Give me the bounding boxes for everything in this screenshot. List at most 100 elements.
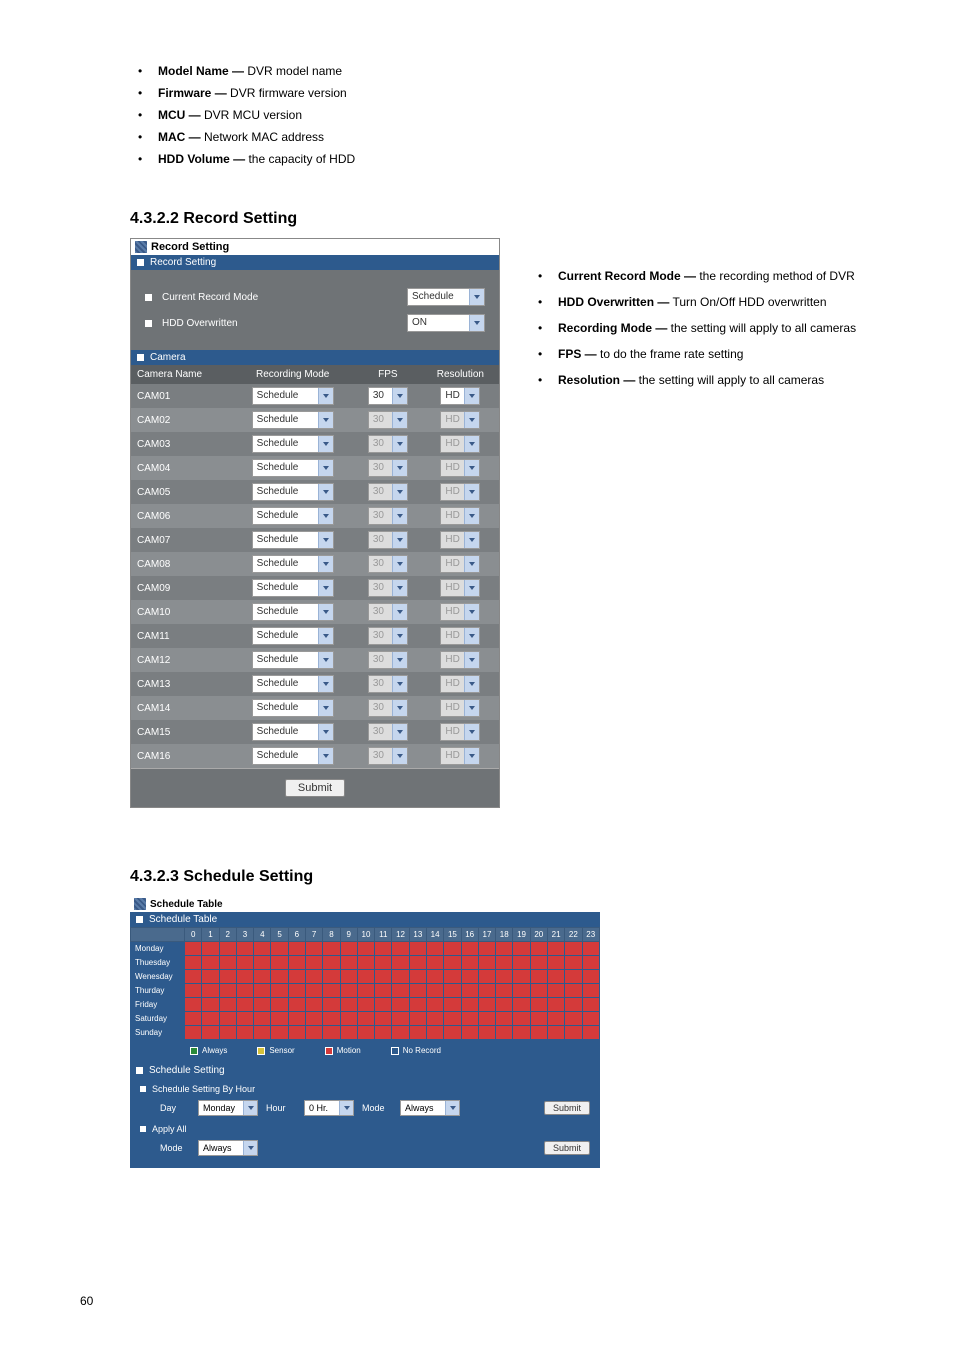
schedule-cell[interactable] bbox=[357, 942, 374, 956]
schedule-cell[interactable] bbox=[530, 956, 547, 970]
schedule-cell[interactable] bbox=[478, 942, 495, 956]
schedule-cell[interactable] bbox=[185, 956, 202, 970]
schedule-cell[interactable] bbox=[340, 1012, 357, 1026]
schedule-cell[interactable] bbox=[513, 998, 530, 1012]
schedule-cell[interactable] bbox=[409, 942, 426, 956]
schedule-cell[interactable] bbox=[496, 1012, 513, 1026]
schedule-cell[interactable] bbox=[236, 970, 253, 984]
schedule-cell[interactable] bbox=[565, 998, 582, 1012]
schedule-cell[interactable] bbox=[582, 970, 600, 984]
schedule-cell[interactable] bbox=[323, 998, 340, 1012]
schedule-cell[interactable] bbox=[478, 970, 495, 984]
schedule-cell[interactable] bbox=[340, 942, 357, 956]
schedule-cell[interactable] bbox=[461, 998, 478, 1012]
schedule-cell[interactable] bbox=[582, 1026, 600, 1040]
schedule-cell[interactable] bbox=[288, 942, 305, 956]
schedule-cell[interactable] bbox=[513, 1026, 530, 1040]
schedule-cell[interactable] bbox=[323, 942, 340, 956]
recording-mode-select[interactable]: Schedule bbox=[252, 555, 334, 573]
schedule-cell[interactable] bbox=[426, 1026, 443, 1040]
schedule-cell[interactable] bbox=[185, 998, 202, 1012]
schedule-cell[interactable] bbox=[271, 1026, 288, 1040]
schedule-cell[interactable] bbox=[306, 956, 323, 970]
hdd-overwritten-select[interactable]: ON bbox=[407, 314, 485, 332]
schedule-cell[interactable] bbox=[392, 942, 409, 956]
schedule-cell[interactable] bbox=[513, 956, 530, 970]
schedule-cell[interactable] bbox=[219, 1012, 236, 1026]
schedule-cell[interactable] bbox=[409, 1026, 426, 1040]
schedule-cell[interactable] bbox=[306, 998, 323, 1012]
schedule-cell[interactable] bbox=[271, 984, 288, 998]
schedule-cell[interactable] bbox=[375, 998, 392, 1012]
schedule-cell[interactable] bbox=[582, 984, 600, 998]
recording-mode-select[interactable]: Schedule bbox=[252, 411, 334, 429]
schedule-cell[interactable] bbox=[392, 970, 409, 984]
schedule-cell[interactable] bbox=[357, 984, 374, 998]
schedule-cell[interactable] bbox=[582, 998, 600, 1012]
schedule-cell[interactable] bbox=[340, 984, 357, 998]
schedule-cell[interactable] bbox=[357, 1012, 374, 1026]
schedule-cell[interactable] bbox=[254, 942, 271, 956]
schedule-cell[interactable] bbox=[392, 1012, 409, 1026]
schedule-cell[interactable] bbox=[306, 970, 323, 984]
schedule-cell[interactable] bbox=[496, 970, 513, 984]
schedule-cell[interactable] bbox=[202, 984, 219, 998]
schedule-cell[interactable] bbox=[392, 998, 409, 1012]
schedule-cell[interactable] bbox=[288, 984, 305, 998]
schedule-cell[interactable] bbox=[236, 998, 253, 1012]
schedule-cell[interactable] bbox=[340, 970, 357, 984]
applyall-mode-select[interactable]: Always bbox=[198, 1140, 258, 1156]
schedule-cell[interactable] bbox=[271, 942, 288, 956]
schedule-cell[interactable] bbox=[236, 984, 253, 998]
schedule-cell[interactable] bbox=[323, 984, 340, 998]
schedule-cell[interactable] bbox=[271, 970, 288, 984]
schedule-cell[interactable] bbox=[530, 998, 547, 1012]
schedule-cell[interactable] bbox=[461, 956, 478, 970]
schedule-cell[interactable] bbox=[219, 956, 236, 970]
schedule-cell[interactable] bbox=[426, 984, 443, 998]
schedule-cell[interactable] bbox=[254, 1026, 271, 1040]
schedule-cell[interactable] bbox=[306, 984, 323, 998]
schedule-cell[interactable] bbox=[582, 956, 600, 970]
schedule-cell[interactable] bbox=[444, 956, 461, 970]
schedule-cell[interactable] bbox=[565, 956, 582, 970]
schedule-cell[interactable] bbox=[236, 956, 253, 970]
schedule-cell[interactable] bbox=[478, 1026, 495, 1040]
schedule-cell[interactable] bbox=[323, 1026, 340, 1040]
schedule-cell[interactable] bbox=[202, 1012, 219, 1026]
schedule-cell[interactable] bbox=[306, 1012, 323, 1026]
schedule-cell[interactable] bbox=[496, 1026, 513, 1040]
schedule-cell[interactable] bbox=[496, 942, 513, 956]
schedule-cell[interactable] bbox=[530, 1012, 547, 1026]
schedule-cell[interactable] bbox=[426, 970, 443, 984]
schedule-cell[interactable] bbox=[478, 956, 495, 970]
recording-mode-select[interactable]: Schedule bbox=[252, 507, 334, 525]
schedule-cell[interactable] bbox=[185, 942, 202, 956]
schedule-cell[interactable] bbox=[444, 1012, 461, 1026]
schedule-cell[interactable] bbox=[409, 956, 426, 970]
schedule-cell[interactable] bbox=[185, 1026, 202, 1040]
schedule-cell[interactable] bbox=[219, 942, 236, 956]
schedule-cell[interactable] bbox=[513, 970, 530, 984]
schedule-cell[interactable] bbox=[565, 942, 582, 956]
schedule-cell[interactable] bbox=[478, 984, 495, 998]
schedule-cell[interactable] bbox=[513, 942, 530, 956]
schedule-cell[interactable] bbox=[357, 1026, 374, 1040]
day-select[interactable]: Monday bbox=[198, 1100, 258, 1116]
current-record-mode-select[interactable]: Schedule bbox=[407, 288, 485, 306]
schedule-cell[interactable] bbox=[547, 956, 564, 970]
schedule-cell[interactable] bbox=[185, 970, 202, 984]
schedule-cell[interactable] bbox=[340, 998, 357, 1012]
applyall-submit-button[interactable]: Submit bbox=[544, 1141, 590, 1155]
recording-mode-select[interactable]: Schedule bbox=[252, 579, 334, 597]
schedule-cell[interactable] bbox=[426, 942, 443, 956]
schedule-cell[interactable] bbox=[375, 984, 392, 998]
schedule-cell[interactable] bbox=[565, 970, 582, 984]
recording-mode-select[interactable]: Schedule bbox=[252, 627, 334, 645]
schedule-cell[interactable] bbox=[254, 1012, 271, 1026]
schedule-cell[interactable] bbox=[288, 998, 305, 1012]
schedule-cell[interactable] bbox=[219, 984, 236, 998]
schedule-cell[interactable] bbox=[547, 1012, 564, 1026]
schedule-cell[interactable] bbox=[375, 956, 392, 970]
schedule-cell[interactable] bbox=[513, 1012, 530, 1026]
